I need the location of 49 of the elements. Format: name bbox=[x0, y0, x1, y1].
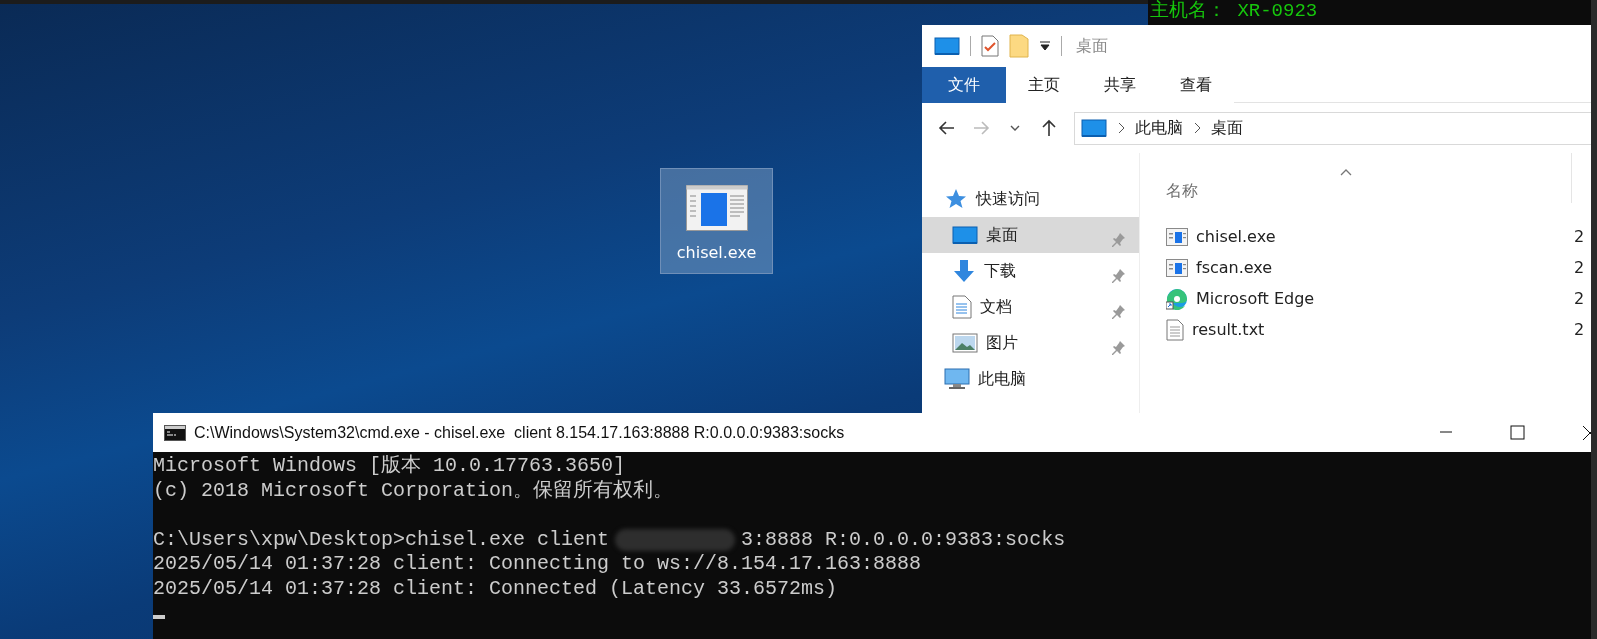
icon-label: chisel.exe bbox=[676, 242, 757, 264]
monitor-icon bbox=[1081, 118, 1107, 138]
monitor-icon[interactable] bbox=[934, 36, 960, 56]
terminal-line: Microsoft Windows [版本 10.0.17763.3650] bbox=[153, 454, 627, 479]
nav-item[interactable]: 快速访问 bbox=[922, 181, 1139, 217]
table-cell-text: 2 bbox=[1574, 256, 1585, 279]
terminal-line: 3:8888 R:0.0.0.0:9383:socks bbox=[741, 527, 1066, 552]
nav-item[interactable]: 图片 bbox=[922, 325, 1139, 361]
file-name[interactable]: Microsoft Edge bbox=[1196, 286, 1315, 311]
star-icon bbox=[944, 188, 968, 210]
nav-item[interactable]: 此电脑 bbox=[922, 361, 1139, 397]
desktop-icon[interactable]: chisel.exe bbox=[660, 168, 773, 274]
properties-icon[interactable] bbox=[981, 35, 999, 57]
file-name[interactable]: result.txt bbox=[1192, 317, 1265, 342]
column-header[interactable]: 名称 bbox=[1166, 181, 1198, 200]
app-window-icon bbox=[1166, 227, 1188, 246]
terminal-line: 主机名： XR-0923 bbox=[1150, 0, 1319, 23]
window-title: 桌面 bbox=[1076, 35, 1108, 57]
sort-caret-icon bbox=[1340, 167, 1352, 176]
monitor-icon bbox=[952, 225, 978, 245]
picture-icon bbox=[952, 333, 978, 353]
terminal-line: C:\Users\xpw\Desktop>chisel.exe client bbox=[153, 527, 610, 552]
terminal-line: 2025/05/14 01:37:28 client: Connecting to ws://8.154.17.163:8888 bbox=[153, 552, 923, 577]
file-name[interactable]: chisel.exe bbox=[1196, 224, 1276, 249]
nav-item[interactable]: 桌面 bbox=[922, 217, 1139, 253]
nav-item[interactable]: 下载 bbox=[922, 253, 1139, 289]
console-icon bbox=[164, 424, 186, 441]
app-window-icon bbox=[1166, 258, 1188, 277]
browser-icon bbox=[1166, 287, 1188, 310]
table-cell-text: 2 bbox=[1574, 318, 1585, 341]
terminal-line: (c) 2018 Microsoft Corporation。保留所有权利。 bbox=[153, 478, 675, 503]
text-file-icon bbox=[1166, 318, 1184, 341]
chevron-icon bbox=[1117, 122, 1125, 134]
chevron-icon bbox=[1193, 122, 1201, 134]
app-window-icon bbox=[685, 185, 748, 231]
breadcrumb-item[interactable]: 此电脑 bbox=[1135, 116, 1183, 140]
dropdown-icon[interactable] bbox=[1039, 41, 1051, 51]
breadcrumb-item[interactable]: 桌面 bbox=[1211, 116, 1243, 140]
window-title: C:\Windows\System32\cmd.exe - chisel.exe client 8.154.17.163:8888 R:0.0.0.0:9383:socks bbox=[194, 422, 845, 443]
document-icon bbox=[952, 295, 972, 319]
down-arrow-icon bbox=[952, 259, 976, 283]
file-name[interactable]: fscan.exe bbox=[1196, 255, 1273, 280]
address-bar[interactable]: 此电脑 桌面 bbox=[1074, 111, 1591, 145]
table-cell-text: 2 bbox=[1574, 287, 1585, 310]
nav-item[interactable]: 文档 bbox=[922, 289, 1139, 325]
computer-icon bbox=[944, 368, 970, 390]
terminal-line: 2025/05/14 01:37:28 client: Connected (Latency 33.6572ms) bbox=[153, 576, 839, 601]
ribbon-tab[interactable]: 文件 bbox=[922, 67, 1006, 103]
table-cell-text: 2 bbox=[1574, 225, 1585, 248]
